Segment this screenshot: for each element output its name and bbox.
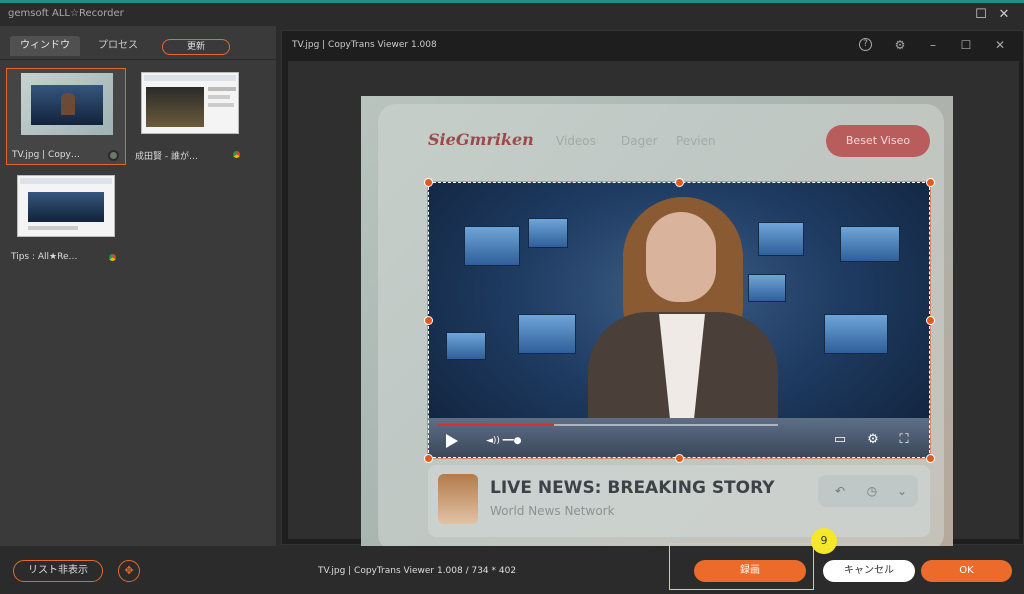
window-item-tv[interactable]: TV.jpg | Copy… <box>6 68 126 165</box>
video-progress-fill <box>438 424 554 426</box>
hide-list-button[interactable]: リスト非表示 <box>13 560 103 582</box>
window-item-chrome-1[interactable]: 成田賢 - 誰が… <box>134 68 254 165</box>
share-icon: ↶ <box>834 484 846 498</box>
site-nav-item: Dager <box>621 134 658 148</box>
site-cta-button: Beset Viseo <box>826 125 930 157</box>
chrome-icon <box>107 252 118 263</box>
move-icon[interactable]: ✥ <box>118 560 140 582</box>
action-bar: リスト非表示 ✥ TV.jpg | CopyTrans Viewer 1.008… <box>0 528 1024 594</box>
window-item-label: 成田賢 - 誰が… <box>135 152 198 162</box>
cancel-button[interactable]: キャンセル <box>823 560 915 582</box>
subtitles-icon: ▭ <box>833 432 847 447</box>
help-icon[interactable]: ? <box>859 38 872 51</box>
tab-window[interactable]: ウィンドウ <box>10 36 80 56</box>
chrome-icon <box>231 149 242 160</box>
maximize-icon[interactable]: ☐ <box>973 7 989 23</box>
chevron-down-icon: ⌄ <box>896 484 908 498</box>
window-thumbnail <box>141 72 239 134</box>
step-badge: 9 <box>811 528 837 554</box>
news-subtitle: World News Network <box>490 504 615 518</box>
viewer-canvas: SieGmriken Videos Dager Pevien Beset Vis… <box>288 61 1019 560</box>
preview-window: TV.jpg | CopyTrans Viewer 1.008 ? ⚙ – ☐ … <box>281 30 1024 560</box>
refresh-button[interactable]: 更新 <box>162 39 230 55</box>
news-title: LIVE NEWS: BREAKING STORY <box>490 478 775 498</box>
photo-viewer-icon <box>108 150 119 161</box>
gear-icon: ⚙ <box>867 432 879 447</box>
anchor-face <box>646 212 716 302</box>
window-thumbnail <box>17 175 115 237</box>
news-actions: ↶ ◷ ⌄ <box>818 475 918 507</box>
window-thumbnail <box>21 73 113 135</box>
app-title: gemsoft ALL☆Recorder <box>8 8 124 19</box>
capture-target-status: TV.jpg | CopyTrans Viewer 1.008 / 734 * … <box>318 566 517 576</box>
site-nav-item: Pevien <box>676 134 716 148</box>
webpage-card: SieGmriken Videos Dager Pevien Beset Vis… <box>378 104 944 552</box>
captured-image: SieGmriken Videos Dager Pevien Beset Vis… <box>361 96 953 560</box>
gear-icon[interactable]: ⚙ <box>892 37 908 53</box>
volume-icon: ◄)) ━━● <box>486 436 522 446</box>
fullscreen-icon: ⛶ <box>899 432 909 447</box>
window-item-chrome-2[interactable]: Tips : All★Re… <box>6 171 126 268</box>
window-item-label: TV.jpg | Copy… <box>12 150 80 160</box>
window-item-label: Tips : All★Re… <box>11 252 78 262</box>
avatar <box>438 474 478 524</box>
video-progress-track <box>438 424 778 426</box>
tab-process[interactable]: プロセス <box>88 36 148 56</box>
site-logo: SieGmriken <box>428 130 534 149</box>
close-icon[interactable]: ✕ <box>996 7 1012 23</box>
play-icon <box>446 434 458 448</box>
record-button[interactable]: 録画 <box>694 560 806 582</box>
ok-button[interactable]: OK <box>921 560 1012 582</box>
source-tabs: ウィンドウ プロセス 更新 <box>0 26 276 60</box>
viewer-title: TV.jpg | CopyTrans Viewer 1.008 <box>292 40 437 50</box>
close-icon[interactable]: ✕ <box>992 37 1008 53</box>
maximize-icon[interactable]: ☐ <box>958 37 974 53</box>
news-video: ◄)) ━━● ▭ ⚙ ⛶ <box>428 182 930 458</box>
clock-icon: ◷ <box>866 484 878 498</box>
site-nav-item: Videos <box>556 134 596 148</box>
minimize-icon[interactable]: – <box>925 37 941 53</box>
window-list-panel: ウィンドウ プロセス 更新 TV.jpg | Copy… 成田賢 - 誰が… T <box>0 26 276 546</box>
title-bar: gemsoft ALL☆Recorder ☐ ✕ <box>0 3 1024 26</box>
news-info-bar: LIVE NEWS: BREAKING STORY World News Net… <box>428 465 930 537</box>
